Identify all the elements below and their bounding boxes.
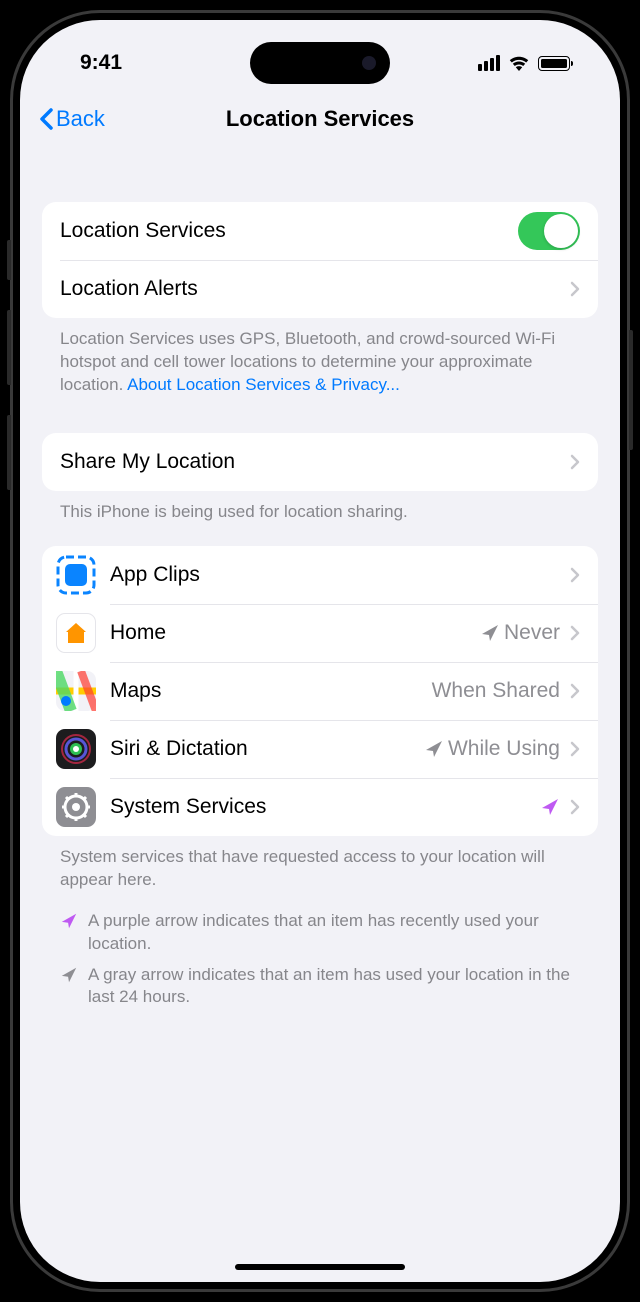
location-arrow-purple-icon <box>540 797 560 817</box>
home-app-icon <box>56 613 96 653</box>
privacy-link[interactable]: About Location Services & Privacy... <box>127 375 400 394</box>
location-services-toggle[interactable] <box>518 212 580 250</box>
app-clips-row[interactable]: App Clips <box>42 546 598 604</box>
legend: A purple arrow indicates that an item ha… <box>42 892 598 1010</box>
home-row[interactable]: Home Never <box>42 604 598 662</box>
legend-gray: A gray arrow indicates that an item has … <box>60 964 580 1010</box>
row-value: While Using <box>448 737 560 761</box>
location-arrow-gray-icon <box>480 623 500 643</box>
system-services-row[interactable]: System Services <box>42 778 598 836</box>
back-button[interactable]: Back <box>38 106 105 132</box>
maps-row[interactable]: Maps When Shared <box>42 662 598 720</box>
location-services-row[interactable]: Location Services <box>42 202 598 260</box>
chevron-right-icon <box>570 741 580 757</box>
row-label: Maps <box>110 679 432 703</box>
siri-row[interactable]: Siri & Dictation While Using <box>42 720 598 778</box>
row-label: App Clips <box>110 563 570 587</box>
status-time: 9:41 <box>80 51 122 75</box>
maps-app-icon <box>56 671 96 711</box>
legend-text: A gray arrow indicates that an item has … <box>88 964 580 1010</box>
home-indicator[interactable] <box>235 1264 405 1270</box>
chevron-right-icon <box>570 625 580 641</box>
location-alerts-row[interactable]: Location Alerts <box>42 260 598 318</box>
share-my-location-row[interactable]: Share My Location <box>42 433 598 491</box>
device-notch <box>250 42 390 84</box>
status-icons <box>478 55 570 71</box>
chevron-left-icon <box>38 107 54 131</box>
row-value: Never <box>504 621 560 645</box>
location-arrow-gray-icon <box>424 739 444 759</box>
chevron-right-icon <box>570 799 580 815</box>
row-label: Share My Location <box>60 450 570 474</box>
location-arrow-purple-icon <box>60 912 78 956</box>
chevron-right-icon <box>570 454 580 470</box>
legend-text: A purple arrow indicates that an item ha… <box>88 910 580 956</box>
nav-bar: Back Location Services <box>20 90 620 148</box>
row-label: Home <box>110 621 480 645</box>
cellular-icon <box>478 55 500 71</box>
battery-icon <box>538 56 570 71</box>
apps-footer: System services that have requested acce… <box>42 836 598 892</box>
chevron-right-icon <box>570 683 580 699</box>
location-arrow-gray-icon <box>60 966 78 1010</box>
group-footer: This iPhone is being used for location s… <box>42 491 598 524</box>
wifi-icon <box>508 55 530 71</box>
row-value: When Shared <box>432 679 560 703</box>
row-label: Location Alerts <box>60 277 570 301</box>
chevron-right-icon <box>570 567 580 583</box>
row-label: Location Services <box>60 219 518 243</box>
siri-app-icon <box>56 729 96 769</box>
page-title: Location Services <box>226 106 414 132</box>
row-label: System Services <box>110 795 540 819</box>
app-clips-icon <box>56 555 96 595</box>
back-label: Back <box>56 106 105 132</box>
legend-purple: A purple arrow indicates that an item ha… <box>60 910 580 956</box>
group-footer: Location Services uses GPS, Bluetooth, a… <box>42 318 598 397</box>
chevron-right-icon <box>570 281 580 297</box>
settings-icon <box>56 787 96 827</box>
row-label: Siri & Dictation <box>110 737 424 761</box>
